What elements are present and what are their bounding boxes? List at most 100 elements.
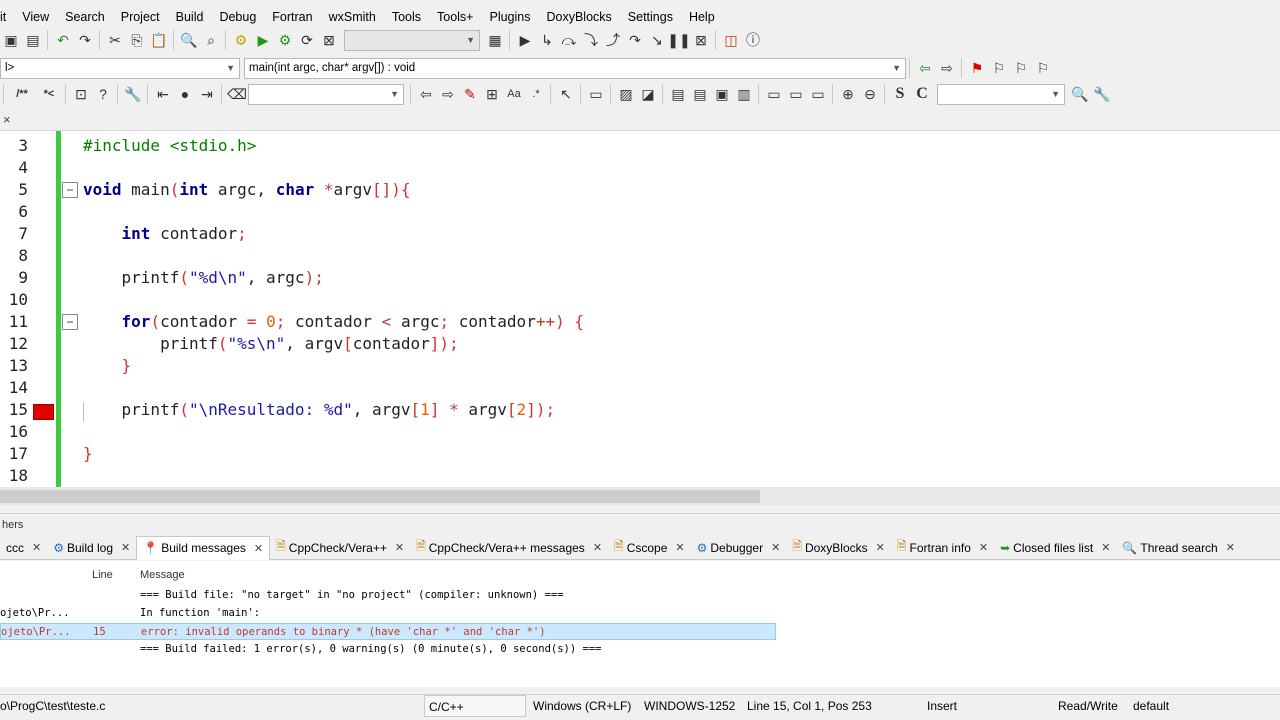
close-tab-icon[interactable]: ✕ bbox=[395, 541, 404, 554]
symbol-search-combo[interactable]: ▼ bbox=[937, 83, 1065, 105]
close-tab-icon[interactable]: ✕ bbox=[121, 541, 130, 554]
menu-item[interactable]: Fortran bbox=[264, 10, 320, 24]
table-row[interactable]: === Build file: "no target" in "no proje… bbox=[0, 587, 776, 604]
menu-item[interactable]: Settings bbox=[620, 10, 681, 24]
menu-item[interactable]: it bbox=[0, 10, 14, 24]
box-3-icon[interactable]: ▭ bbox=[807, 83, 829, 105]
column-header-line[interactable]: Line bbox=[92, 569, 113, 581]
image-icon[interactable]: ▨ bbox=[615, 83, 637, 105]
code-editor[interactable]: 3 #include <stdio.h> 4 5 void main(int argc,… bbox=[0, 131, 1280, 487]
menu-item[interactable]: Tools+ bbox=[429, 10, 481, 24]
logs-tab[interactable]: ➥ Closed files list ✕ bbox=[994, 536, 1116, 560]
show-target-icon[interactable]: ▦ bbox=[484, 29, 506, 51]
logs-tab[interactable]: ccc ✕ bbox=[0, 536, 47, 560]
close-editor-icon[interactable]: × bbox=[3, 112, 11, 127]
close-tab-icon[interactable]: ✕ bbox=[1101, 541, 1110, 554]
paste-icon[interactable]: 📋 bbox=[148, 29, 170, 51]
find-next-icon[interactable]: ⇨ bbox=[437, 83, 459, 105]
close-tab-icon[interactable]: ✕ bbox=[1226, 541, 1235, 554]
pointer-icon[interactable]: ↖ bbox=[555, 83, 577, 105]
logs-tab[interactable]: 🗎 CppCheck/Vera++ ✕ bbox=[270, 536, 410, 560]
menu-item[interactable]: DoxyBlocks bbox=[538, 10, 619, 24]
redo-icon[interactable]: ↷ bbox=[74, 29, 96, 51]
pause-icon[interactable]: ❚❚ bbox=[667, 29, 690, 51]
code-line[interactable]: } bbox=[83, 444, 93, 463]
doxy-extract-icon[interactable]: ⊡ bbox=[70, 83, 92, 105]
menu-item[interactable]: Project bbox=[113, 10, 168, 24]
debug-info-icon[interactable]: ⓘ bbox=[742, 29, 764, 51]
logs-tab[interactable]: 🗎 DoxyBlocks ✕ bbox=[786, 536, 891, 560]
debug-windows-icon[interactable]: ◫ bbox=[720, 29, 742, 51]
symbol-c-icon[interactable]: C bbox=[911, 83, 933, 105]
save-icon[interactable]: ▣ bbox=[0, 29, 22, 51]
cut-icon[interactable]: ✂ bbox=[104, 29, 126, 51]
find-icon[interactable]: 🔍 bbox=[178, 29, 200, 51]
regex-icon[interactable]: .* bbox=[525, 83, 547, 105]
debug-continue-icon[interactable]: ▶ bbox=[514, 29, 536, 51]
next-bookmark-arrow-icon[interactable]: ⇨ bbox=[936, 57, 958, 79]
zoom-out-icon[interactable]: ⊖ bbox=[859, 83, 881, 105]
close-tab-icon[interactable]: ✕ bbox=[876, 541, 885, 554]
next-bookmark-flag-icon[interactable]: ⚐ bbox=[1010, 57, 1032, 79]
close-tab-icon[interactable]: ✕ bbox=[771, 541, 780, 554]
code-line[interactable]: void main(int argc, char *argv[]){ bbox=[83, 180, 411, 199]
rebuild-icon[interactable]: ⟳ bbox=[296, 29, 318, 51]
close-tab-icon[interactable]: ✕ bbox=[32, 541, 41, 554]
close-tab-icon[interactable]: ✕ bbox=[979, 541, 988, 554]
build-run-icon[interactable]: ⚙ bbox=[274, 29, 296, 51]
code-line[interactable]: int contador; bbox=[83, 224, 247, 243]
function-combo[interactable]: main(int argc, char* argv[]) : void ▼ bbox=[244, 57, 906, 79]
editor-horizontal-scrollbar[interactable] bbox=[0, 487, 1280, 505]
build-target-combo[interactable]: ▼ bbox=[344, 29, 480, 51]
copy-icon[interactable]: ⎘ bbox=[126, 29, 148, 51]
code-line[interactable]: printf("\nResultado: %d", argv[1] * argv… bbox=[83, 400, 556, 419]
abort-icon[interactable]: ⊠ bbox=[318, 29, 340, 51]
close-tab-icon[interactable]: ✕ bbox=[593, 541, 602, 554]
next-line-icon[interactable]: ⤼ bbox=[558, 29, 580, 51]
search-text-combo[interactable]: ▼ bbox=[248, 83, 404, 105]
code-line[interactable]: } bbox=[83, 356, 132, 375]
save-all-icon[interactable]: ▤ bbox=[22, 29, 44, 51]
table-row[interactable]: ojeto\Pr... 15 error: invalid operands to … bbox=[0, 623, 776, 640]
layout-4-icon[interactable]: ▥ bbox=[733, 83, 755, 105]
layout-1-icon[interactable]: ▤ bbox=[667, 83, 689, 105]
menu-item[interactable]: Plugins bbox=[481, 10, 538, 24]
scrollbar-thumb[interactable] bbox=[0, 490, 760, 503]
symbol-s-icon[interactable]: S bbox=[889, 83, 911, 105]
replace-icon[interactable]: ⌕ bbox=[200, 29, 222, 51]
doxy-line-comment-icon[interactable]: *< bbox=[36, 83, 62, 105]
toggle-bookmark-flag-icon[interactable]: ⚑ bbox=[966, 57, 988, 79]
next-instruction-icon[interactable]: ↷ bbox=[624, 29, 646, 51]
code-line[interactable]: printf("%d\n", argc); bbox=[83, 268, 324, 287]
fold-toggle-icon[interactable]: − bbox=[62, 314, 78, 330]
menu-item[interactable]: Help bbox=[681, 10, 723, 24]
logs-tab[interactable]: 🗎 Fortran info ✕ bbox=[891, 536, 994, 560]
find-prev-icon[interactable]: ⇦ bbox=[415, 83, 437, 105]
menu-item[interactable]: Tools bbox=[384, 10, 429, 24]
step-into-icon[interactable]: ⤵ bbox=[580, 29, 602, 51]
prev-bookmark-arrow-icon[interactable]: ⇦ bbox=[914, 57, 936, 79]
menu-item[interactable]: View bbox=[14, 10, 57, 24]
menu-item[interactable]: wxSmith bbox=[321, 10, 384, 24]
undo-icon[interactable]: ↶ bbox=[52, 29, 74, 51]
run-to-cursor-icon[interactable]: ↳ bbox=[536, 29, 558, 51]
error-marker-icon[interactable] bbox=[33, 404, 54, 420]
doxy-help-icon[interactable]: ? bbox=[92, 83, 114, 105]
menu-item[interactable]: Build bbox=[168, 10, 212, 24]
jump-forward-icon[interactable]: ⇥ bbox=[196, 83, 218, 105]
step-out-icon[interactable]: ⤴ bbox=[602, 29, 624, 51]
jump-back-icon[interactable]: ⇤ bbox=[152, 83, 174, 105]
code-line[interactable]: for(contador = 0; contador < argc; conta… bbox=[83, 312, 584, 331]
layout-2-icon[interactable]: ▤ bbox=[689, 83, 711, 105]
prev-bookmark-flag-icon[interactable]: ⚐ bbox=[988, 57, 1010, 79]
column-header-message[interactable]: Message bbox=[140, 569, 185, 581]
zoom-in-icon[interactable]: ⊕ bbox=[837, 83, 859, 105]
layout-3-icon[interactable]: ▣ bbox=[711, 83, 733, 105]
build-messages-list[interactable]: Line Message === Build file: "no target"… bbox=[0, 561, 1280, 687]
run-icon[interactable]: ▶ bbox=[252, 29, 274, 51]
code-line[interactable]: printf("%s\n", argv[contador]); bbox=[83, 334, 459, 353]
logs-tab[interactable]: 📍 Build messages ✕ bbox=[136, 535, 271, 560]
logs-tab[interactable]: ⚙ Debugger ✕ bbox=[691, 536, 787, 560]
selection-icon[interactable]: ⊞ bbox=[481, 83, 503, 105]
wrench-icon[interactable]: 🔧 bbox=[122, 83, 144, 105]
